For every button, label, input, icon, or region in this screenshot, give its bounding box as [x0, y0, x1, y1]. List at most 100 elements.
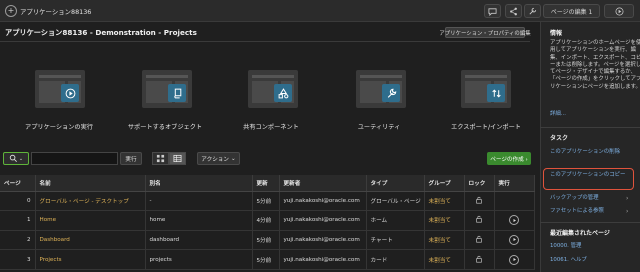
column-header-group[interactable]: グループ: [424, 175, 465, 192]
page-alias: dashboard: [145, 230, 253, 251]
utilities-icon[interactable]: [524, 4, 541, 18]
page-name-link[interactable]: Dashboard: [35, 230, 146, 251]
tile-label-shared[interactable]: 共有コンポーネント: [221, 122, 321, 131]
import-export-icon: [487, 84, 505, 102]
page-name-link[interactable]: グローバル・ページ - デスクトップ: [35, 191, 146, 212]
page-title: アプリケーション88136 - Demonstration - Projects: [5, 28, 197, 37]
page-alias: -: [145, 191, 253, 212]
play-icon: [61, 84, 79, 102]
recent-pages-heading: 最近編集されたページ: [550, 230, 610, 237]
page-updated: 5分前: [252, 249, 280, 270]
table-row: 1 Home home 4分前 yuji.nakakoshi@oracle.co…: [0, 210, 535, 231]
page-name-link[interactable]: Home: [35, 210, 146, 231]
faceted-browse-link[interactable]: ファセットによる参照: [550, 208, 604, 215]
chevron-down-icon: ⌄: [18, 155, 24, 162]
unlock-icon[interactable]: [475, 216, 483, 225]
tile-label-export[interactable]: エクスポート/インポート: [436, 122, 536, 131]
column-header-page[interactable]: ページ: [0, 175, 36, 192]
detail-link[interactable]: 詳細...: [550, 111, 566, 118]
search-input[interactable]: [31, 152, 118, 165]
share-icon[interactable]: [505, 4, 522, 18]
run-page-icon[interactable]: [509, 254, 519, 265]
table-row: 0 グローバル・ページ - デスクトップ - 5分前 yuji.nakakosh…: [0, 191, 535, 212]
recent-page-link[interactable]: 10061. ヘルプ: [550, 257, 587, 264]
recent-page-link[interactable]: 10000. 管理: [550, 243, 581, 250]
search-icon: [9, 154, 17, 162]
tasks-heading: タスク: [550, 135, 569, 142]
page-type: チャート: [366, 230, 425, 251]
unlock-icon[interactable]: [475, 255, 483, 265]
column-header-name[interactable]: 名前: [35, 175, 146, 192]
page-group-link[interactable]: 未割当て: [424, 230, 465, 251]
wrench-icon: [382, 84, 400, 102]
unlock-icon[interactable]: [475, 235, 483, 245]
page-number: 0: [0, 191, 36, 212]
highlight-box: [543, 168, 634, 190]
pages-report: ページ 名前 別名 更新 更新者 タイプ グループ ロック 実行 0 グローバル…: [0, 175, 535, 270]
tile-utilities[interactable]: [356, 70, 406, 110]
tile-export-import[interactable]: [461, 70, 511, 110]
page-updated-by: yuji.nakakoshi@oracle.com: [279, 249, 367, 270]
table-row: 3 Projects projects 5分前 yuji.nakakoshi@o…: [0, 249, 535, 270]
divider: [540, 127, 640, 128]
page-number: 1: [0, 210, 36, 231]
page-alias: home: [145, 210, 253, 231]
play-icon: [615, 7, 623, 15]
search-filter-button[interactable]: ⌄: [3, 152, 29, 165]
create-page-button[interactable]: ページの作成 ›: [487, 152, 531, 165]
column-header-updated[interactable]: 更新: [252, 175, 280, 192]
app-title: アプリケーション88136: [20, 8, 92, 16]
edit-app-properties-button[interactable]: アプリケーション・プロパティの編集: [439, 27, 531, 38]
edit-page-button[interactable]: ページの編集 1: [543, 4, 600, 18]
chevron-right-icon: ›: [626, 208, 629, 215]
column-header-updated-by[interactable]: 更新者: [279, 175, 367, 192]
actions-menu-button[interactable]: アクション ⌄: [197, 152, 240, 165]
tile-run-application[interactable]: [35, 70, 85, 110]
page-group-link[interactable]: 未割当て: [424, 249, 465, 270]
page-updated: 4分前: [252, 210, 280, 231]
info-text: アプリケーションのホームページを使用してアプリケーションを実行、編集、インポート…: [550, 40, 640, 90]
run-cell: [494, 230, 535, 251]
icon-view-button[interactable]: [152, 152, 169, 165]
page-updated: 5分前: [252, 230, 280, 251]
chevron-right-icon: ›: [626, 195, 629, 202]
tile-label-supporting[interactable]: サポートするオブジェクト: [115, 122, 215, 131]
lock-cell: [464, 210, 495, 231]
page-updated-by: yuji.nakakoshi@oracle.com: [279, 230, 367, 251]
tile-label-utilities[interactable]: ユーティリティ: [329, 122, 429, 131]
page-type: ホーム: [366, 210, 425, 231]
actions-label: アクション: [201, 156, 229, 163]
scroll-icon: [168, 84, 186, 102]
delete-app-link[interactable]: このアプリケーションの削除: [550, 149, 630, 156]
run-page-icon[interactable]: [509, 215, 519, 226]
app-home-icon[interactable]: +: [5, 5, 17, 17]
run-page-button[interactable]: [604, 4, 634, 18]
page-number: 2: [0, 230, 36, 251]
execute-button[interactable]: 実行: [120, 152, 142, 165]
page-alias: projects: [145, 249, 253, 270]
page-group-link[interactable]: 未割当て: [424, 191, 465, 212]
unlock-icon[interactable]: [475, 196, 483, 206]
column-header-type[interactable]: タイプ: [366, 175, 425, 192]
tile-supporting-objects[interactable]: [142, 70, 192, 110]
tile-shared-components[interactable]: [248, 70, 298, 110]
run-cell: [494, 191, 535, 212]
page-updated: 5分前: [252, 191, 280, 212]
tile-label-run[interactable]: アプリケーションの実行: [9, 122, 109, 131]
page-name-link[interactable]: Projects: [35, 249, 146, 270]
comment-icon[interactable]: [484, 4, 501, 18]
chevron-down-icon: ⌄: [231, 155, 236, 162]
manage-backups-link[interactable]: バックアップの管理: [550, 195, 599, 202]
lock-cell: [464, 249, 495, 270]
page-number: 3: [0, 249, 36, 270]
report-view-button[interactable]: [169, 152, 186, 165]
page-group-link[interactable]: 未割当て: [424, 210, 465, 231]
column-header-run[interactable]: 実行: [494, 175, 535, 192]
table-header-row: ページ 名前 別名 更新 更新者 タイプ グループ ロック 実行: [0, 175, 535, 192]
run-page-icon[interactable]: [509, 234, 519, 245]
table-row: 2 Dashboard dashboard 5分前 yuji.nakakoshi…: [0, 230, 535, 251]
column-header-lock[interactable]: ロック: [464, 175, 495, 192]
divider: [540, 222, 640, 223]
column-header-alias[interactable]: 別名: [145, 175, 253, 192]
page-updated-by: yuji.nakakoshi@oracle.com: [279, 191, 367, 212]
